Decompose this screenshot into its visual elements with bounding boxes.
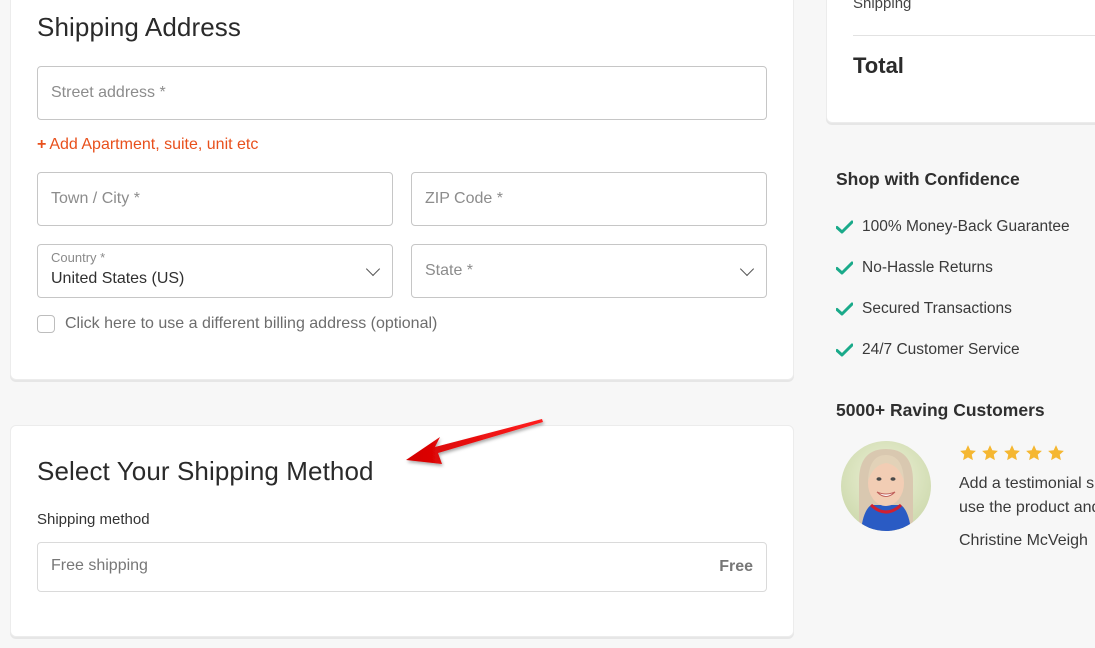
trust-item: Secured Transactions: [836, 288, 1070, 330]
star-icon: [982, 445, 998, 461]
star-icon: [1048, 445, 1064, 461]
billing-address-option[interactable]: Click here to use a different billing ad…: [37, 315, 437, 333]
checkmark-icon: [836, 220, 853, 234]
confidence-title: Shop with Confidence: [836, 169, 1020, 189]
trust-item-label: No-Hassle Returns: [862, 259, 993, 276]
annotation-arrow-icon: [406, 419, 543, 464]
order-summary-card: Shipping Total: [826, 0, 1095, 123]
trust-item-label: 100% Money-Back Guarantee: [862, 218, 1070, 235]
summary-total-label: Total: [853, 53, 904, 78]
customers-title: 5000+ Raving Customers: [836, 400, 1045, 420]
testimonial-line: Add a testimonial sh: [959, 475, 1095, 492]
plus-icon: +: [37, 136, 47, 153]
trust-list: 100% Money-Back Guarantee No-Hassle Retu…: [836, 207, 1070, 371]
city-input[interactable]: Town / City *: [37, 172, 393, 226]
state-placeholder: State *: [425, 262, 474, 279]
shipping-option-free[interactable]: Free shipping Free: [37, 542, 767, 592]
star-icon: [1004, 445, 1020, 461]
checkmark-icon: [836, 343, 853, 357]
customer-photo-icon: [841, 441, 931, 531]
shipping-method-label: Shipping method: [37, 511, 150, 528]
zip-code-placeholder: ZIP Code *: [425, 190, 503, 207]
star-icon: [960, 445, 976, 461]
trust-item-label: Secured Transactions: [862, 300, 1012, 317]
summary-shipping-label: Shipping: [853, 0, 912, 12]
testimonial-line: use the product and: [959, 499, 1095, 516]
billing-address-label[interactable]: Click here to use a different billing ad…: [65, 315, 437, 333]
shipping-option-name: Free shipping: [51, 557, 148, 574]
add-apartment-label: Add Apartment, suite, unit etc: [49, 136, 259, 153]
rating-stars: [959, 444, 1065, 462]
chevron-down-icon: [739, 261, 755, 277]
country-value: United States (US): [51, 270, 185, 287]
trust-item-label: 24/7 Customer Service: [862, 341, 1020, 358]
checkout-page: Shipping Address Street address * + Add A…: [0, 0, 1095, 648]
state-select[interactable]: State *: [411, 244, 767, 298]
checkmark-icon: [836, 302, 853, 316]
city-placeholder: Town / City *: [51, 190, 140, 207]
billing-address-checkbox[interactable]: [37, 315, 55, 333]
trust-item: 100% Money-Back Guarantee: [836, 206, 1070, 248]
add-apartment-link[interactable]: + Add Apartment, suite, unit etc: [37, 136, 258, 154]
testimonial-text: Add a testimonial sh use the product and: [959, 472, 1095, 520]
star-icon: [1026, 445, 1042, 461]
shipping-address-title: Shipping Address: [37, 12, 241, 42]
customer-name: Christine McVeigh: [959, 532, 1088, 549]
zip-code-input[interactable]: ZIP Code *: [411, 172, 767, 226]
street-address-input[interactable]: Street address *: [37, 66, 767, 120]
trust-item: No-Hassle Returns: [836, 247, 1070, 289]
chevron-down-icon: [365, 261, 381, 277]
street-address-placeholder: Street address *: [51, 84, 166, 101]
trust-item: 24/7 Customer Service: [836, 329, 1070, 371]
checkmark-icon: [836, 261, 853, 275]
shipping-option-price: Free: [719, 558, 753, 575]
customer-avatar: [841, 441, 931, 531]
summary-divider: [853, 35, 1095, 36]
country-label: Country *: [51, 250, 106, 265]
shipping-method-title: Select Your Shipping Method: [37, 456, 374, 486]
country-select[interactable]: Country * United States (US): [37, 244, 393, 298]
